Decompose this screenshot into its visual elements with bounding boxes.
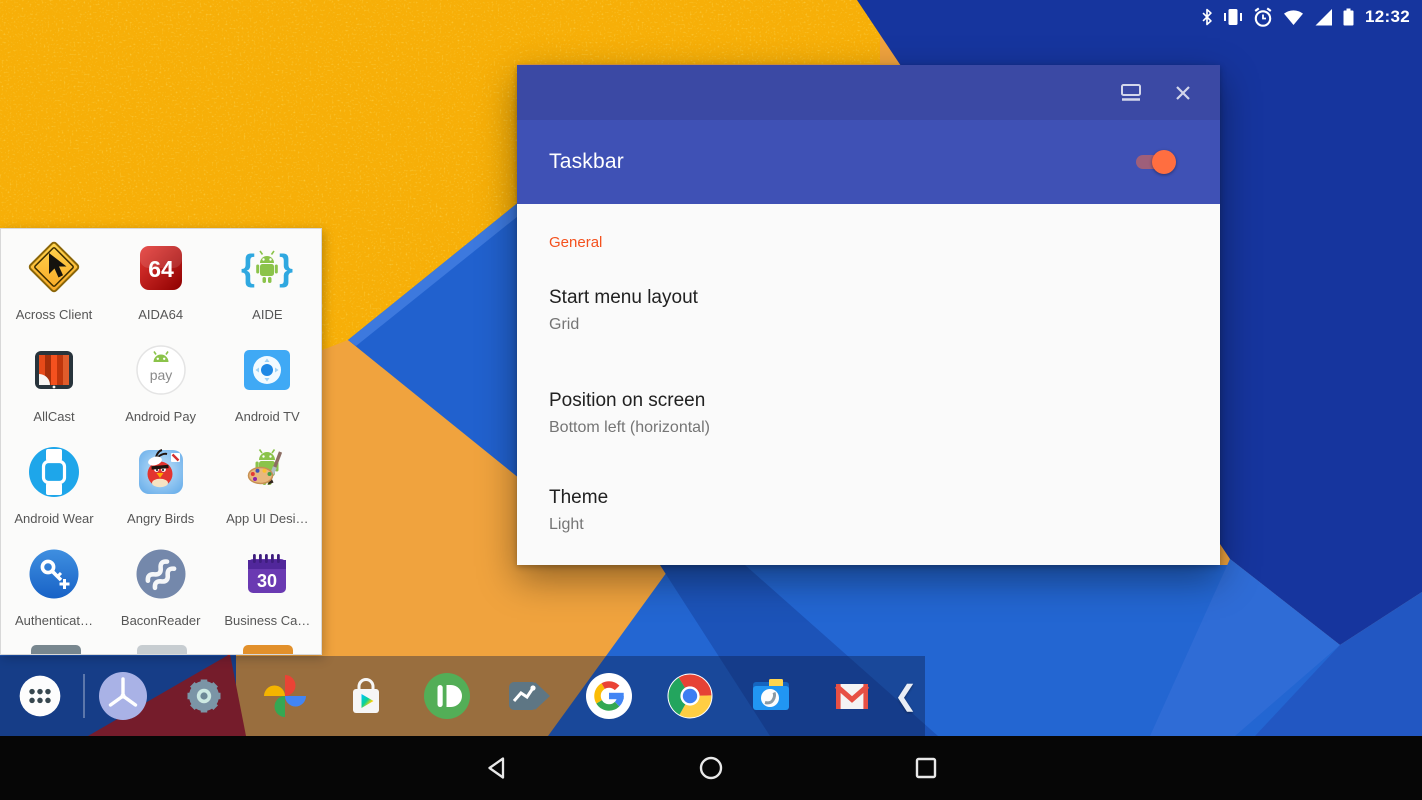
app-allcast[interactable]: AllCast — [1, 342, 107, 444]
angry-birds-icon — [133, 444, 189, 500]
close-icon[interactable] — [1170, 80, 1196, 106]
app-label: Angry Birds — [127, 511, 194, 526]
svg-text:{: { — [241, 247, 255, 288]
android-wear-icon — [26, 444, 82, 500]
play-stats-icon[interactable] — [502, 670, 554, 722]
google-app-icon[interactable] — [583, 670, 635, 722]
app-android-pay[interactable]: pay Android Pay — [108, 342, 214, 444]
home-button[interactable] — [695, 754, 727, 782]
app-label: AllCast — [33, 409, 74, 424]
pref-title: Start menu layout — [549, 286, 1188, 310]
status-bar[interactable]: 12:32 — [1200, 0, 1410, 33]
android-pay-icon: pay — [133, 342, 189, 398]
pushbullet-icon[interactable] — [421, 670, 473, 722]
pref-start-menu-layout[interactable]: Start menu layout Grid — [549, 286, 1188, 336]
pref-value: Grid — [549, 314, 1188, 336]
across-client-icon — [26, 240, 82, 296]
window-title-bar: Taskbar — [517, 120, 1220, 204]
pref-value: Bottom left (horizontal) — [549, 417, 1188, 439]
partial-app-icon — [137, 645, 187, 654]
aida64-icon: 64 — [133, 240, 189, 296]
app-android-tv[interactable]: Android TV — [214, 342, 320, 444]
taskbar: ❮ — [0, 656, 925, 736]
app-baconreader[interactable]: BaconReader — [108, 546, 214, 648]
authenticator-icon — [26, 546, 82, 602]
play-store-icon[interactable] — [340, 670, 392, 722]
pref-position-on-screen[interactable]: Position on screen Bottom left (horizont… — [549, 389, 1188, 439]
toggle-thumb — [1152, 150, 1176, 174]
signal-icon — [1313, 6, 1334, 28]
pref-title: Theme — [549, 486, 1188, 510]
business-calendar-icon: 30 — [239, 546, 295, 602]
pref-value: Light — [549, 514, 1188, 536]
aide-icon: { } — [239, 240, 295, 296]
app-aida64[interactable]: 64 AIDA64 — [108, 240, 214, 342]
app-across-client[interactable]: Across Client — [1, 240, 107, 342]
app-label: AIDA64 — [138, 307, 183, 322]
baconreader-icon — [133, 546, 189, 602]
app-label: Android Wear — [14, 511, 93, 526]
battery-icon — [1342, 6, 1355, 28]
taskbar-divider — [83, 674, 85, 718]
window-caption-bar — [517, 65, 1220, 120]
app-angry-birds[interactable]: Angry Birds — [108, 444, 214, 546]
svg-text:}: } — [279, 247, 293, 288]
alarm-icon — [1252, 6, 1274, 28]
bluetooth-icon — [1200, 6, 1214, 28]
app-label: Authenticat… — [15, 613, 93, 628]
android-tv-icon — [239, 342, 295, 398]
file-manager-icon[interactable] — [745, 670, 797, 722]
pref-theme[interactable]: Theme Light — [549, 486, 1188, 536]
allcast-icon — [26, 342, 82, 398]
app-label: AIDE — [252, 307, 282, 322]
taskbar-enable-toggle[interactable] — [1134, 150, 1174, 174]
clock-app-icon[interactable] — [97, 670, 149, 722]
section-header-general: General — [549, 234, 1188, 252]
recents-button[interactable] — [910, 754, 942, 782]
maximize-button[interactable] — [1118, 80, 1144, 106]
app-label: Android Pay — [125, 409, 196, 424]
svg-text:30: 30 — [257, 571, 277, 591]
app-ui-designer-icon — [239, 444, 295, 500]
wifi-icon — [1282, 6, 1305, 28]
app-label: Android TV — [235, 409, 300, 424]
google-photos-icon[interactable] — [259, 670, 311, 722]
partial-app-icon — [31, 645, 81, 654]
taskbar-collapse-button[interactable]: ❮ — [894, 670, 917, 722]
app-aide[interactable]: { } AIDE — [214, 240, 320, 342]
app-android-wear[interactable]: Android Wear — [1, 444, 107, 546]
start-menu-panel: Across Client 64 AIDA64 { } — [0, 228, 322, 655]
start-menu-button[interactable] — [17, 673, 63, 719]
navigation-bar — [0, 736, 1422, 800]
app-label: Business Ca… — [224, 613, 310, 628]
app-label: Across Client — [16, 307, 93, 322]
app-app-ui-designer[interactable]: App UI Desi… — [214, 444, 320, 546]
svg-text:pay: pay — [149, 367, 172, 383]
clock-time: 12:32 — [1365, 7, 1410, 27]
taskbar-settings-window: Taskbar General Start menu layout Grid P… — [517, 65, 1220, 565]
back-button[interactable] — [480, 754, 512, 782]
app-authenticator[interactable]: Authenticat… — [1, 546, 107, 648]
pref-title: Position on screen — [549, 389, 1188, 413]
settings-gear-icon[interactable] — [178, 670, 230, 722]
partial-app-icon — [243, 645, 293, 654]
chrome-icon[interactable] — [664, 670, 716, 722]
app-label: App UI Desi… — [226, 511, 308, 526]
app-label: BaconReader — [121, 613, 201, 628]
app-business-calendar[interactable]: 30 Business Ca… — [214, 546, 320, 648]
gmail-icon[interactable] — [826, 670, 878, 722]
settings-list: General Start menu layout Grid Position … — [517, 204, 1220, 565]
svg-text:64: 64 — [148, 256, 174, 282]
window-title: Taskbar — [549, 150, 624, 174]
vibrate-icon — [1222, 6, 1244, 28]
